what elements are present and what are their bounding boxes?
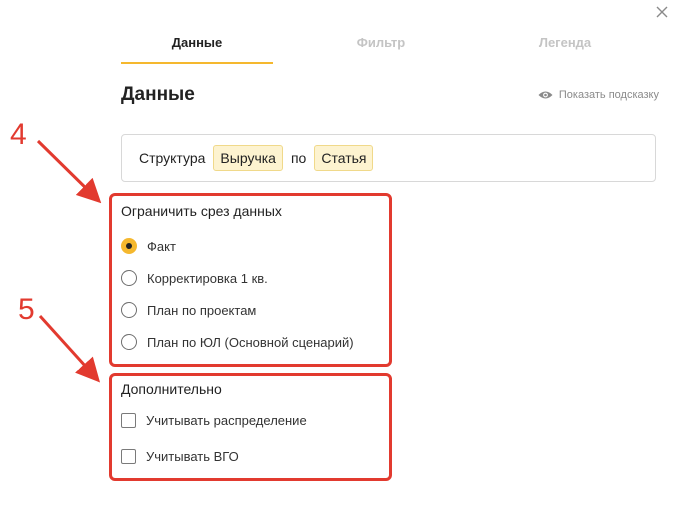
annotation-arrow-4 <box>36 139 102 204</box>
annotation-arrows <box>36 139 102 383</box>
annotation-arrow-5 <box>38 314 101 383</box>
